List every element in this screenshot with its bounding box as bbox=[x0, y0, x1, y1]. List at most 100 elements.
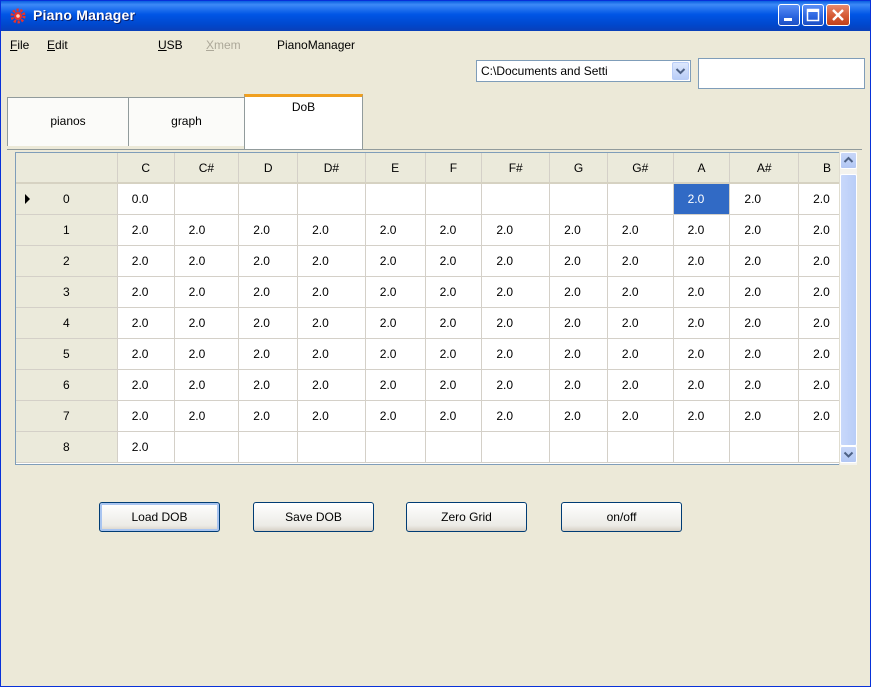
grid-cell[interactable]: 2.0 bbox=[297, 245, 366, 277]
grid-cell[interactable]: 2.0 bbox=[116, 276, 175, 308]
grid-cell[interactable]: 2.0 bbox=[481, 369, 551, 401]
grid-cell[interactable]: 2.0 bbox=[606, 338, 674, 370]
grid-cell[interactable]: 2.0 bbox=[116, 431, 175, 463]
grid-cell[interactable]: 2.0 bbox=[672, 214, 731, 246]
grid-cell[interactable]: 2.0 bbox=[116, 245, 175, 277]
grid-cell[interactable]: 2.0 bbox=[729, 245, 800, 277]
grid-cell[interactable]: 2.0 bbox=[549, 338, 608, 370]
grid-cell[interactable]: 2.0 bbox=[297, 276, 366, 308]
menu-file[interactable]: File bbox=[10, 38, 29, 52]
combobox-dropdown-button[interactable] bbox=[672, 62, 689, 80]
grid-cell[interactable]: 2.0 bbox=[549, 214, 608, 246]
grid-cell[interactable] bbox=[297, 431, 366, 463]
grid-cell[interactable]: 2.0 bbox=[424, 369, 483, 401]
column-header[interactable]: F# bbox=[481, 153, 551, 184]
tab-pianos[interactable]: pianos bbox=[7, 97, 129, 146]
grid-cell[interactable]: 2.0 bbox=[729, 276, 800, 308]
dob-grid[interactable]: C C# D D# E F F# G G# A A# B 0 0.0 2.0 2.0 2.0 1 2.0 2.0 2.… bbox=[15, 152, 857, 465]
grid-cell[interactable]: 2.0 bbox=[173, 400, 240, 432]
row-header[interactable]: 5 bbox=[16, 338, 118, 370]
grid-cell[interactable]: 2.0 bbox=[672, 245, 731, 277]
grid-cell[interactable]: 2.0 bbox=[173, 338, 240, 370]
grid-cell[interactable]: 2.0 bbox=[729, 338, 800, 370]
grid-cell[interactable] bbox=[364, 431, 426, 463]
column-header[interactable]: C# bbox=[174, 153, 240, 184]
grid-cell[interactable]: 2.0 bbox=[424, 214, 483, 246]
grid-cell[interactable] bbox=[297, 182, 366, 215]
grid-cell[interactable]: 2.0 bbox=[238, 400, 299, 432]
column-header[interactable]: A# bbox=[729, 153, 800, 184]
grid-cell[interactable]: 2.0 bbox=[173, 214, 240, 246]
scroll-down-button[interactable] bbox=[840, 446, 857, 463]
grid-cell[interactable] bbox=[424, 431, 483, 463]
grid-cell[interactable]: 2.0 bbox=[173, 369, 240, 401]
grid-cell[interactable]: 2.0 bbox=[549, 245, 608, 277]
grid-cell[interactable]: 2.0 bbox=[238, 276, 299, 308]
grid-cell[interactable] bbox=[549, 182, 608, 215]
grid-cell[interactable]: 2.0 bbox=[173, 245, 240, 277]
column-header[interactable]: G# bbox=[607, 153, 674, 184]
grid-cell[interactable] bbox=[606, 182, 674, 215]
scroll-up-button[interactable] bbox=[840, 152, 857, 169]
grid-cell[interactable]: 2.0 bbox=[297, 214, 366, 246]
grid-cell[interactable]: 2.0 bbox=[672, 276, 731, 308]
grid-cell[interactable]: 2.0 bbox=[364, 400, 426, 432]
grid-cell[interactable]: 2.0 bbox=[238, 369, 299, 401]
menu-usb[interactable]: USB bbox=[158, 38, 183, 52]
grid-cell[interactable]: 2.0 bbox=[481, 214, 551, 246]
grid-cell[interactable]: 2.0 bbox=[424, 276, 483, 308]
grid-cell[interactable]: 2.0 bbox=[424, 338, 483, 370]
grid-cell[interactable]: 2.0 bbox=[116, 400, 175, 432]
grid-cell[interactable]: 2.0 bbox=[424, 307, 483, 339]
grid-cell[interactable] bbox=[481, 431, 551, 463]
grid-cell[interactable]: 2.0 bbox=[424, 400, 483, 432]
grid-cell[interactable] bbox=[364, 182, 426, 215]
grid-cell[interactable]: 2.0 bbox=[672, 400, 731, 432]
grid-cell[interactable]: 2.0 bbox=[424, 245, 483, 277]
minimize-button[interactable] bbox=[778, 4, 800, 26]
row-header[interactable]: 7 bbox=[16, 400, 118, 432]
column-header[interactable]: F bbox=[425, 153, 483, 184]
path-combobox[interactable]: C:\Documents and Setti bbox=[476, 60, 691, 82]
grid-cell[interactable] bbox=[173, 431, 240, 463]
grid-cell[interactable]: 2.0 bbox=[729, 214, 800, 246]
grid-cell[interactable]: 2.0 bbox=[297, 400, 366, 432]
grid-cell[interactable]: 2.0 bbox=[481, 400, 551, 432]
save-dob-button[interactable]: Save DOB bbox=[253, 502, 374, 532]
row-header[interactable]: 1 bbox=[16, 214, 118, 246]
grid-cell[interactable]: 2.0 bbox=[297, 307, 366, 339]
row-header[interactable]: 8 bbox=[16, 431, 118, 463]
grid-cell[interactable]: 2.0 bbox=[364, 307, 426, 339]
column-header[interactable]: G bbox=[549, 153, 608, 184]
grid-cell[interactable] bbox=[672, 431, 731, 463]
grid-cell[interactable]: 2.0 bbox=[238, 307, 299, 339]
close-button[interactable] bbox=[826, 4, 850, 26]
column-header[interactable]: D# bbox=[297, 153, 366, 184]
grid-cell[interactable]: 2.0 bbox=[549, 400, 608, 432]
grid-cell[interactable]: 2.0 bbox=[116, 307, 175, 339]
grid-cell[interactable]: 2.0 bbox=[481, 276, 551, 308]
grid-cell[interactable]: 2.0 bbox=[297, 338, 366, 370]
grid-cell[interactable]: 2.0 bbox=[481, 307, 551, 339]
row-header[interactable]: 0 bbox=[16, 183, 118, 215]
grid-cell[interactable]: 2.0 bbox=[606, 214, 674, 246]
grid-cell[interactable] bbox=[606, 431, 674, 463]
grid-cell[interactable]: 2.0 bbox=[173, 276, 240, 308]
menu-pianomanager[interactable]: PianoManager bbox=[277, 38, 355, 52]
grid-cell[interactable]: 2.0 bbox=[116, 369, 175, 401]
grid-cell[interactable] bbox=[729, 431, 800, 463]
maximize-button[interactable] bbox=[802, 4, 824, 26]
grid-cell[interactable]: 2.0 bbox=[606, 400, 674, 432]
scroll-thumb[interactable] bbox=[840, 174, 857, 446]
grid-cell[interactable]: 2.0 bbox=[238, 214, 299, 246]
load-dob-button[interactable]: Load DOB bbox=[99, 502, 220, 532]
grid-cell[interactable]: 2.0 bbox=[364, 338, 426, 370]
column-header[interactable]: E bbox=[365, 153, 426, 184]
grid-cell[interactable]: 2.0 bbox=[729, 307, 800, 339]
grid-cell[interactable] bbox=[549, 431, 608, 463]
on-off-button[interactable]: on/off bbox=[561, 502, 682, 532]
grid-cell[interactable]: 2.0 bbox=[606, 369, 674, 401]
row-header[interactable]: 2 bbox=[16, 245, 118, 277]
zero-grid-button[interactable]: Zero Grid bbox=[406, 502, 527, 532]
grid-cell[interactable]: 2.0 bbox=[549, 276, 608, 308]
